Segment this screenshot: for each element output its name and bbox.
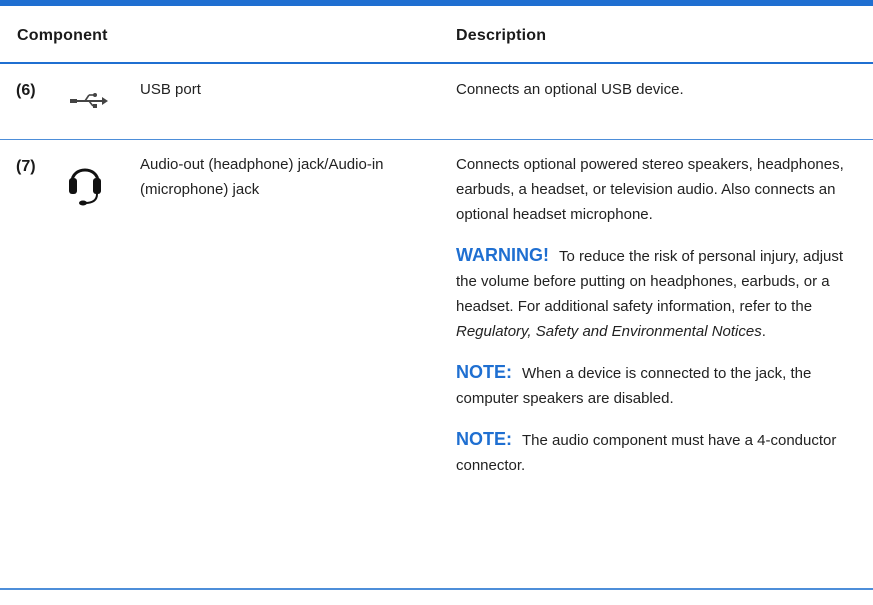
note-block: NOTE: The audio component must have a 4-c… — [456, 427, 851, 478]
usb-icon — [68, 90, 108, 115]
component-description: Connects an optional USB device. — [456, 77, 851, 118]
row-number: (7) — [16, 158, 36, 175]
table-row: (7) Audio-out (headphone) jack/Audio-in … — [0, 140, 873, 589]
warning-block: WARNING! To reduce the risk of personal i… — [456, 243, 851, 344]
warning-label: WARNING! — [456, 245, 549, 265]
table-header: Component Description — [0, 6, 873, 64]
description-text: Connects optional powered stereo speaker… — [456, 156, 844, 223]
note-label: NOTE: — [456, 362, 512, 382]
header-description: Description — [456, 27, 547, 44]
document-title: Regulatory, Safety and Environmental Not… — [456, 323, 762, 340]
bottom-rule — [0, 588, 873, 590]
component-description: Connects optional powered stereo speaker… — [456, 152, 851, 494]
component-name: Audio-out (headphone) jack/Audio-in (mic… — [140, 156, 384, 198]
note-label: NOTE: — [456, 429, 512, 449]
table-row: (6) USB port Connects an optional USB de… — [0, 64, 873, 140]
warning-end: . — [761, 323, 766, 340]
note-block: NOTE: When a device is connected to the j… — [456, 360, 851, 411]
headset-icon — [68, 158, 102, 211]
component-name: USB port — [140, 81, 201, 98]
row-number: (6) — [16, 82, 36, 99]
description-text: Connects an optional USB device. — [456, 81, 684, 98]
note-text: The audio component must have a 4-conduc… — [456, 432, 837, 474]
header-component: Component — [17, 27, 108, 44]
